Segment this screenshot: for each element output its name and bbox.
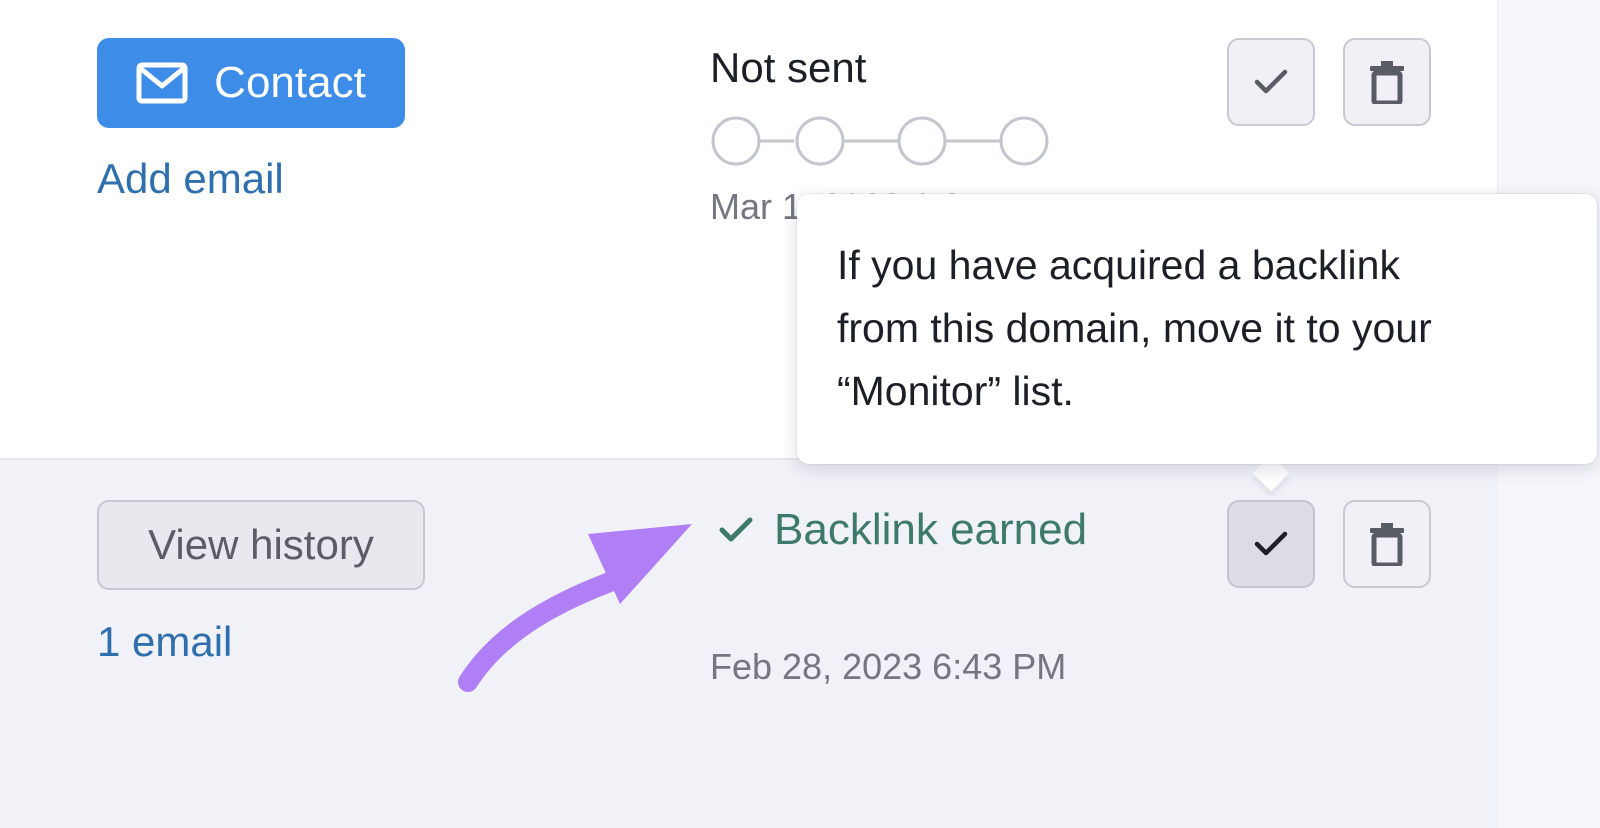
progress-step — [711, 116, 761, 166]
delete-button[interactable] — [1343, 38, 1431, 126]
delete-button[interactable] — [1343, 500, 1431, 588]
add-email-link[interactable]: Add email — [97, 155, 284, 203]
progress-step — [795, 116, 845, 166]
backlink-earned-status: Backlink earned — [718, 505, 1087, 555]
mark-earned-button[interactable] — [1227, 500, 1315, 588]
check-icon — [1254, 69, 1288, 94]
contact-button[interactable]: Contact — [97, 38, 405, 128]
tooltip-line: from this domain, move it to your — [837, 305, 1432, 351]
tooltip: If you have acquired a backlink from thi… — [797, 194, 1597, 464]
contact-button-label: Contact — [214, 58, 366, 107]
tooltip-line: If you have acquired a backlink — [837, 242, 1400, 288]
envelope-icon — [136, 62, 188, 104]
mark-earned-button[interactable] — [1227, 38, 1315, 126]
view-history-button[interactable]: View history — [97, 500, 425, 590]
tooltip-line: “Monitor” list. — [837, 368, 1074, 414]
outreach-status: Not sent — [710, 44, 867, 91]
check-icon — [1254, 531, 1288, 556]
check-icon — [719, 517, 753, 542]
trash-icon — [1370, 523, 1404, 566]
trash-icon — [1370, 61, 1404, 104]
status-date: Feb 28, 2023 6:43 PM — [710, 646, 1067, 687]
outreach-progress-steps — [711, 116, 1049, 166]
email-count-link[interactable]: 1 email — [97, 618, 232, 666]
progress-step — [897, 116, 947, 166]
annotation-arrow-icon — [458, 524, 692, 692]
progress-step — [999, 116, 1049, 166]
status-label: Backlink earned — [774, 505, 1088, 554]
